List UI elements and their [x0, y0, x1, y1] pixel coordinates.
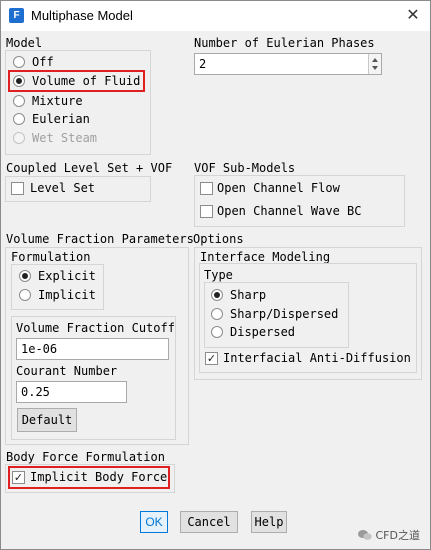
- interface-modeling-label: Interface Modeling: [200, 250, 331, 264]
- fluent-app-icon: F: [9, 8, 24, 23]
- label-mixture: Mixture: [32, 94, 83, 108]
- eulerian-phases-spinner[interactable]: 2: [194, 53, 382, 75]
- spin-down-icon[interactable]: [372, 66, 378, 70]
- label-sharp-dispersed: Sharp/Dispersed: [230, 307, 339, 321]
- label-wet-steam: Wet Steam: [32, 131, 98, 145]
- body-force-label: Body Force Formulation: [6, 450, 165, 464]
- type-label: Type: [204, 268, 233, 282]
- formulation-label: Formulation: [11, 250, 91, 264]
- ok-button[interactable]: OK: [140, 511, 168, 533]
- open-channel-flow-checkbox[interactable]: [200, 182, 213, 195]
- cutoff-input[interactable]: 1e-06: [16, 338, 169, 360]
- watermark: CFD之道: [358, 527, 420, 543]
- eulerian-phases-value: 2: [199, 57, 207, 71]
- coupled-level-set-label: Coupled Level Set + VOF: [6, 161, 173, 175]
- model-label: Model: [6, 36, 43, 50]
- implicit-body-force-highlight: [8, 466, 170, 489]
- cutoff-label: Volume Fraction Cutoff: [16, 321, 175, 335]
- vof-sub-models-label: VOF Sub-Models: [194, 161, 296, 175]
- courant-label: Courant Number: [16, 364, 118, 378]
- radio-sharp[interactable]: [211, 289, 223, 301]
- cancel-button[interactable]: Cancel: [180, 511, 238, 533]
- radio-explicit[interactable]: [19, 270, 31, 282]
- watermark-text: CFD之道: [375, 529, 420, 542]
- level-set-label: Level Set: [30, 181, 96, 195]
- label-eulerian: Eulerian: [32, 112, 90, 126]
- spin-up-icon[interactable]: [372, 58, 378, 62]
- radio-sharp-dispersed[interactable]: [211, 308, 223, 320]
- open-channel-flow-label: Open Channel Flow: [217, 181, 340, 195]
- default-button[interactable]: Default: [17, 408, 77, 432]
- title-bar: F Multiphase Model ✕: [1, 1, 430, 31]
- open-channel-wave-bc-checkbox[interactable]: [200, 205, 213, 218]
- volume-of-fluid-highlight: [8, 70, 145, 92]
- label-implicit: Implicit: [38, 288, 96, 302]
- label-sharp: Sharp: [230, 288, 267, 302]
- radio-dispersed[interactable]: [211, 326, 223, 338]
- radio-wet-steam: [13, 132, 25, 144]
- spinner-arrows[interactable]: [368, 54, 381, 74]
- courant-input[interactable]: 0.25: [16, 381, 127, 403]
- label-dispersed: Dispersed: [230, 325, 296, 339]
- radio-mixture[interactable]: [13, 95, 25, 107]
- eulerian-phases-label: Number of Eulerian Phases: [194, 36, 375, 50]
- open-channel-wave-bc-label: Open Channel Wave BC: [217, 204, 362, 218]
- anti-diffusion-checkbox[interactable]: ✓: [205, 352, 218, 365]
- close-button[interactable]: ✕: [399, 3, 427, 29]
- anti-diffusion-label: Interfacial Anti-Diffusion: [223, 351, 411, 365]
- help-button[interactable]: Help: [251, 511, 287, 533]
- label-explicit: Explicit: [38, 269, 96, 283]
- label-off: Off: [32, 55, 54, 69]
- options-label: Options: [193, 232, 244, 246]
- window-title: Multiphase Model: [31, 8, 133, 23]
- wechat-icon: [358, 530, 372, 540]
- radio-eulerian[interactable]: [13, 113, 25, 125]
- radio-implicit[interactable]: [19, 289, 31, 301]
- multiphase-model-dialog: F Multiphase Model ✕ Model Off Volume of…: [0, 0, 431, 550]
- level-set-checkbox[interactable]: [11, 182, 24, 195]
- vfp-label: Volume Fraction Parameters: [6, 232, 194, 246]
- radio-off[interactable]: [13, 56, 25, 68]
